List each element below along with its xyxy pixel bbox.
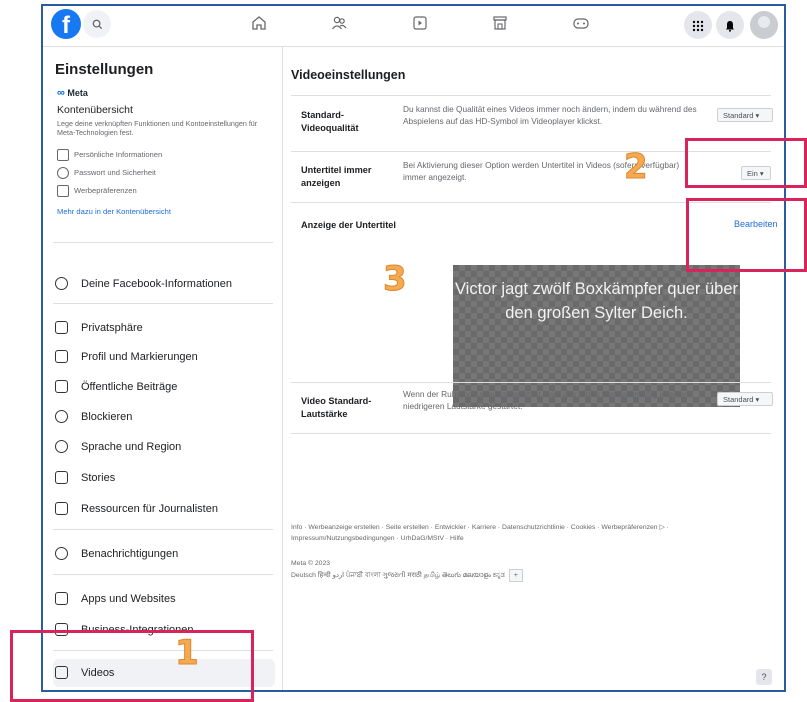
footer-links[interactable]: Info · Werbeanzeige erstellen · Seite er… (291, 522, 771, 544)
sidebar-item-label: Blockieren (81, 411, 133, 423)
sidebar-item-label: Privatsphäre (81, 322, 143, 334)
sidebar-item-public-posts[interactable]: Öffentliche Beiträge (53, 374, 275, 400)
annotation-box-2b (686, 198, 807, 272)
watch-icon[interactable] (409, 14, 431, 36)
sidebar-item-journalist-resources[interactable]: Ressourcen für Journalisten (53, 496, 275, 522)
search-icon[interactable] (83, 10, 111, 38)
facebook-logo[interactable]: f (51, 9, 81, 39)
row-label-video-quality: Standard-Videoqualität (301, 110, 359, 133)
accounts-center-title: Kontenübersicht (57, 104, 133, 116)
newspaper-icon (55, 502, 68, 515)
marketplace-icon[interactable] (489, 14, 511, 36)
accounts-item-personal-info[interactable]: Persönliche Informationen (57, 149, 162, 161)
sidebar-item-label: Öffentliche Beiträge (81, 381, 178, 393)
accounts-item-password-security[interactable]: Passwort und Sicherheit (57, 167, 156, 179)
annotation-number-2: 2 (624, 147, 649, 187)
book-icon (55, 471, 68, 484)
sidebar-divider (53, 242, 273, 243)
meta-logo: ∞ Meta (57, 87, 88, 99)
sidebar-item-blocking[interactable]: Blockieren (53, 404, 275, 430)
notification-bell-icon[interactable] (716, 11, 744, 39)
sidebar-item-label: Stories (81, 472, 116, 484)
monitor-icon (57, 185, 69, 197)
row-label-default-volume: Video Standard-Lautstärke (301, 396, 372, 419)
top-navigation-bar: f (43, 6, 784, 47)
sidebar-item-label: Profil und Markierungen (81, 351, 198, 363)
sidebar-divider (53, 303, 273, 304)
sidebar-item-label: Apps und Websites (81, 593, 176, 605)
cube-icon (55, 592, 68, 605)
row-label-captions-always: Untertitel immer anzeigen (301, 165, 372, 188)
public-posts-icon (55, 380, 68, 393)
row-divider (291, 433, 771, 434)
row-divider (291, 382, 771, 383)
home-icon[interactable] (248, 14, 270, 36)
browser-frame: f Einstellungen ∞ Meta Kontenübersicht L… (41, 4, 786, 692)
sidebar-item-label: Sprache und Region (81, 441, 182, 453)
settings-sidebar: Einstellungen ∞ Meta Kontenübersicht Leg… (43, 47, 283, 690)
sidebar-item-label: Ressourcen für Journalisten (81, 503, 218, 515)
annotation-box-1 (10, 630, 254, 702)
sidebar-divider (53, 574, 273, 575)
id-card-icon (57, 149, 69, 161)
page-footer: Info · Werbeanzeige erstellen · Seite er… (291, 522, 771, 582)
add-language-button[interactable]: + (508, 569, 523, 582)
accounts-center-description: Lege deine verknüpften Funktionen und Ko… (57, 119, 258, 137)
row-description-video-quality: Du kannst die Qualität eines Videos imme… (403, 104, 697, 126)
accounts-item-label: Werbepräferenzen (74, 186, 137, 195)
annotation-number-1: 1 (175, 633, 200, 673)
block-user-icon (55, 410, 68, 423)
tag-icon (55, 350, 68, 363)
friends-icon[interactable] (328, 14, 350, 36)
meta-brand-label: Meta (67, 88, 88, 98)
shield-icon (57, 167, 69, 179)
sidebar-item-language-region[interactable]: Sprache und Region (53, 434, 275, 460)
sidebar-item-label: Benachrichtigungen (81, 548, 179, 560)
sidebar-item-facebook-info[interactable]: Deine Facebook-Informationen (53, 271, 275, 297)
sidebar-title: Einstellungen (55, 61, 154, 78)
avatar[interactable] (750, 11, 778, 39)
row-divider (291, 95, 771, 96)
help-icon[interactable]: ? (756, 669, 772, 685)
accounts-center-link[interactable]: Mehr dazu in der Kontenübersicht (57, 207, 171, 216)
sidebar-item-label: Deine Facebook-Informationen (81, 278, 233, 290)
video-quality-dropdown[interactable]: Standard ▾ (717, 108, 773, 122)
bell-icon (55, 547, 68, 560)
menu-grid-icon[interactable] (684, 11, 712, 39)
annotation-number-3: 3 (383, 259, 408, 299)
sidebar-item-privacy[interactable]: Privatsphäre (53, 315, 275, 341)
footer-copyright: Meta © 2023 (291, 560, 331, 567)
language-list[interactable]: Deutsch हिन्दी اردو ਪੰਜਾਬੀ বাংলা ગુજરાતી… (291, 572, 505, 579)
annotation-box-2 (685, 138, 807, 188)
sidebar-item-notifications[interactable]: Benachrichtigungen (53, 541, 275, 567)
accounts-item-label: Persönliche Informationen (74, 150, 163, 159)
lock-icon (55, 321, 68, 334)
gaming-icon[interactable] (570, 14, 592, 36)
row-label-caption-display: Anzeige der Untertitel (301, 220, 396, 230)
row-description-captions-always: Bei Aktivierung dieser Option werden Unt… (403, 160, 680, 182)
accounts-item-label: Passwort und Sicherheit (74, 168, 156, 177)
accounts-item-ad-preferences[interactable]: Werbepräferenzen (57, 185, 137, 197)
footer-languages[interactable]: Deutsch हिन्दी اردو ਪੰਜਾਬੀ বাংলা ગુજરાતી… (291, 569, 771, 582)
sidebar-divider (53, 529, 273, 530)
facebook-circle-icon (55, 277, 68, 290)
default-volume-dropdown[interactable]: Standard ▾ (717, 392, 773, 406)
sidebar-item-apps-websites[interactable]: Apps und Websites (53, 586, 275, 612)
row-description-default-volume: Wenn der Ruhemodus ausgewählt ist, wird … (403, 389, 687, 411)
caption-preview: Victor jagt zwölf Boxkämpfer quer über d… (453, 265, 740, 407)
page-title: Videoeinstellungen (291, 68, 406, 82)
meta-infinity-icon: ∞ (57, 87, 65, 99)
sidebar-item-stories[interactable]: Stories (53, 465, 275, 491)
sidebar-item-profile-tagging[interactable]: Profil und Markierungen (53, 344, 275, 370)
globe-icon (55, 440, 68, 453)
